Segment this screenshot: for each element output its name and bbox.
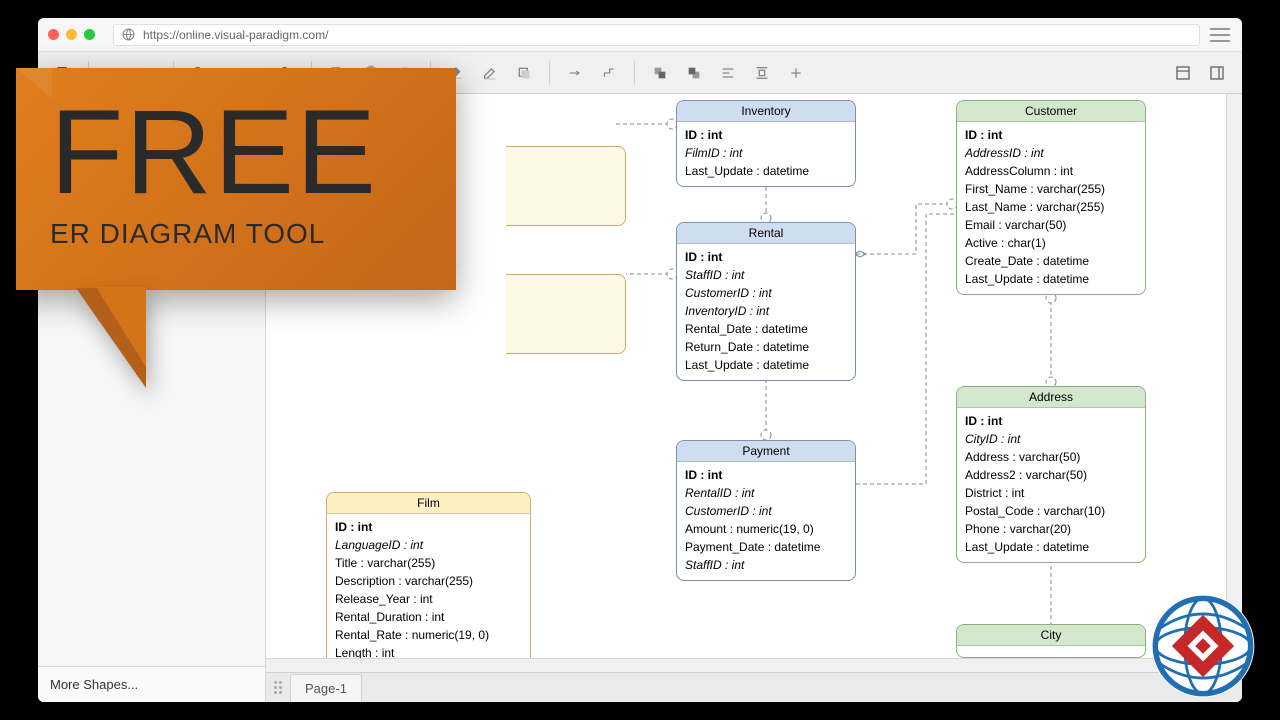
entity-field: Amount : numeric(19, 0) [685, 520, 847, 538]
entity-field: RentalID : int [685, 484, 847, 502]
entity-field: Last_Update : datetime [685, 356, 847, 374]
entity-field: Last_Update : datetime [965, 270, 1137, 288]
front-button[interactable] [645, 58, 675, 88]
entity-address[interactable]: Address ID : intCityID : intAddress : va… [956, 386, 1146, 563]
entity-field: Length : int [335, 644, 522, 658]
entity-rental[interactable]: Rental ID : intStaffID : intCustomerID :… [676, 222, 856, 381]
entity-field: CityID : int [965, 430, 1137, 448]
entity-field: Title : varchar(255) [335, 554, 522, 572]
outline-panel-button[interactable] [1202, 58, 1232, 88]
entity-field: First_Name : varchar(255) [965, 180, 1137, 198]
connector-style-button[interactable] [560, 58, 590, 88]
entity-city[interactable]: City [956, 624, 1146, 658]
brand-logo [1148, 591, 1258, 706]
entity-field: Address : varchar(50) [965, 448, 1137, 466]
entity-field: StaffID : int [685, 556, 847, 574]
format-panel-button[interactable] [1168, 58, 1198, 88]
entity-field: ID : int [335, 518, 522, 536]
entity-field: ID : int [965, 126, 1137, 144]
entity-field: Release_Year : int [335, 590, 522, 608]
entity-peek-2 [506, 274, 626, 354]
connector-route-button[interactable] [594, 58, 624, 88]
entity-field: CustomerID : int [685, 284, 847, 302]
menu-icon[interactable] [1208, 26, 1232, 44]
entity-field: Rental_Rate : numeric(19, 0) [335, 626, 522, 644]
entity-field: Last_Name : varchar(255) [965, 198, 1137, 216]
entity-field: Email : varchar(50) [965, 216, 1137, 234]
globe-icon [122, 28, 135, 41]
entity-field: District : int [965, 484, 1137, 502]
entity-field: AddressColumn : int [965, 162, 1137, 180]
entity-field: ID : int [965, 412, 1137, 430]
entity-title: Inventory [677, 101, 855, 122]
back-button[interactable] [679, 58, 709, 88]
add-button[interactable] [781, 58, 811, 88]
line-color-button[interactable] [475, 58, 505, 88]
entity-field: Active : char(1) [965, 234, 1137, 252]
distribute-button[interactable] [747, 58, 777, 88]
page-tabs: Page-1 [266, 672, 1242, 702]
entity-body: ID : intCityID : intAddress : varchar(50… [957, 408, 1145, 562]
drag-handle-icon[interactable] [274, 681, 282, 694]
promo-banner: FREE ER DIAGRAM TOOL [16, 68, 456, 390]
entity-field: Phone : varchar(20) [965, 520, 1137, 538]
entity-body: ID : intRentalID : intCustomerID : intAm… [677, 462, 855, 580]
entity-inventory[interactable]: Inventory ID : intFilmID : intLast_Updat… [676, 100, 856, 187]
entity-field: Rental_Duration : int [335, 608, 522, 626]
entity-field: Payment_Date : datetime [685, 538, 847, 556]
entity-field: StaffID : int [685, 266, 847, 284]
tab-label: Page-1 [305, 681, 347, 696]
url-field[interactable]: https://online.visual-paradigm.com/ [113, 24, 1200, 46]
promo-subtitle: ER DIAGRAM TOOL [50, 218, 426, 250]
entity-title: Rental [677, 223, 855, 244]
entity-field: Rental_Date : datetime [685, 320, 847, 338]
more-shapes-button[interactable]: More Shapes... [38, 666, 265, 702]
entity-peek-1 [506, 146, 626, 226]
entity-payment[interactable]: Payment ID : intRentalID : intCustomerID… [676, 440, 856, 581]
entity-field: AddressID : int [965, 144, 1137, 162]
promo-title: FREE [50, 98, 426, 206]
horizontal-scrollbar[interactable] [266, 658, 1242, 672]
minimize-dot[interactable] [66, 29, 77, 40]
entity-field: Return_Date : datetime [685, 338, 847, 356]
more-shapes-label: More Shapes... [50, 677, 138, 692]
url-text: https://online.visual-paradigm.com/ [143, 28, 328, 42]
align-button[interactable] [713, 58, 743, 88]
browser-address-bar: https://online.visual-paradigm.com/ [38, 18, 1242, 52]
close-dot[interactable] [48, 29, 59, 40]
entity-field: Last_Update : datetime [685, 162, 847, 180]
entity-title: City [957, 625, 1145, 646]
entity-body: ID : intAddressID : intAddressColumn : i… [957, 122, 1145, 294]
entity-body: ID : intStaffID : intCustomerID : intInv… [677, 244, 855, 380]
tab-page1[interactable]: Page-1 [290, 674, 362, 702]
entity-field: CustomerID : int [685, 502, 847, 520]
window-controls [48, 29, 95, 40]
entity-title: Address [957, 387, 1145, 408]
entity-title: Customer [957, 101, 1145, 122]
entity-film[interactable]: Film ID : intLanguageID : intTitle : var… [326, 492, 531, 658]
entity-field: ID : int [685, 126, 847, 144]
vertical-scrollbar[interactable] [1226, 94, 1242, 658]
entity-body: ID : intFilmID : intLast_Update : dateti… [677, 122, 855, 186]
entity-title: Film [327, 493, 530, 514]
entity-field: ID : int [685, 466, 847, 484]
entity-field: Last_Update : datetime [965, 538, 1137, 556]
entity-field: LanguageID : int [335, 536, 522, 554]
entity-field: InventoryID : int [685, 302, 847, 320]
entity-field: Address2 : varchar(50) [965, 466, 1137, 484]
entity-field: Description : varchar(255) [335, 572, 522, 590]
entity-title: Payment [677, 441, 855, 462]
entity-customer[interactable]: Customer ID : intAddressID : intAddressC… [956, 100, 1146, 295]
entity-field: FilmID : int [685, 144, 847, 162]
entity-field: Create_Date : datetime [965, 252, 1137, 270]
shadow-button[interactable] [509, 58, 539, 88]
entity-body: ID : intLanguageID : intTitle : varchar(… [327, 514, 530, 658]
entity-field: ID : int [685, 248, 847, 266]
entity-field: Postal_Code : varchar(10) [965, 502, 1137, 520]
entity-body [957, 646, 1145, 656]
maximize-dot[interactable] [84, 29, 95, 40]
